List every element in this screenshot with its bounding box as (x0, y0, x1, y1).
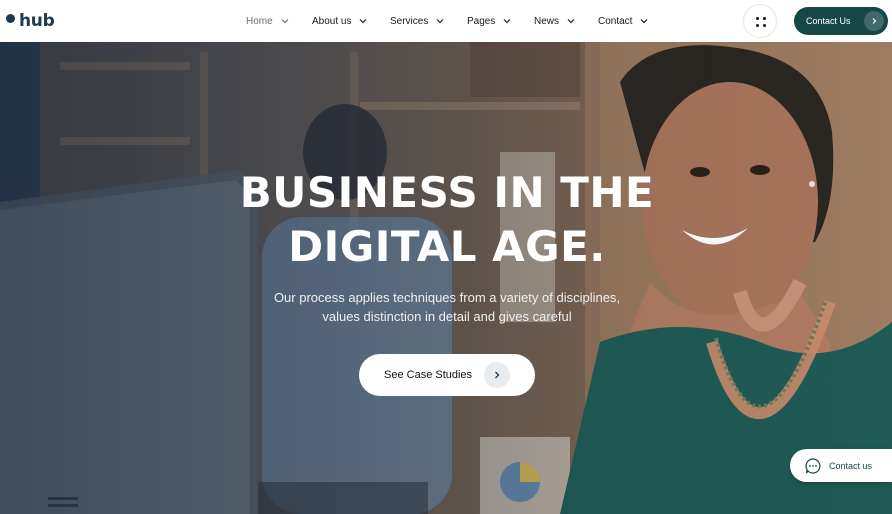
chevron-right-icon (484, 362, 510, 388)
hero-overlay (0, 42, 892, 514)
chat-bubble-icon (804, 457, 822, 475)
hero-subtitle: Our process applies techniques from a va… (232, 288, 662, 326)
nav-item-pages[interactable]: Pages (467, 14, 511, 28)
hero-title: BUSINESS IN THE DIGITAL AGE. (200, 166, 694, 274)
grid-dots-icon[interactable] (743, 4, 777, 38)
nav-item-home[interactable]: Home (246, 14, 289, 28)
chevron-down-icon (640, 17, 648, 25)
chevron-right-icon (864, 11, 884, 31)
chevron-down-icon (503, 17, 511, 25)
chat-label: Contact us (829, 460, 873, 471)
hero-section: BUSINESS IN THE DIGITAL AGE. Our process… (0, 42, 892, 514)
cta-label: See Case Studies (384, 369, 473, 381)
see-case-studies-button[interactable]: See Case Studies (359, 354, 535, 396)
site-header: hub Home About us Services Pages News Co… (0, 0, 892, 42)
chevron-down-icon (567, 17, 575, 25)
contact-us-button[interactable]: Contact Us (794, 7, 888, 35)
chevron-down-icon (359, 17, 367, 25)
hero-title-line: DIGITAL AGE. (288, 222, 606, 271)
contact-us-label: Contact Us (806, 16, 851, 26)
hero-subtitle-line: Our process applies techniques from a va… (273, 290, 621, 305)
nav-item-contact[interactable]: Contact (598, 14, 648, 28)
nav-item-label: Services (390, 15, 429, 27)
chevron-down-icon (281, 17, 289, 25)
nav-item-label: Home (246, 15, 273, 27)
hero-title-line: BUSINESS IN THE (239, 168, 655, 217)
nav-item-label: About us (312, 15, 352, 27)
nav-item-label: Pages (467, 15, 496, 27)
nav-item-about[interactable]: About us (312, 14, 367, 28)
hero-subtitle-line: values distinction in detail and gives c… (322, 309, 572, 324)
nav-item-services[interactable]: Services (390, 14, 444, 28)
chevron-down-icon (436, 17, 444, 25)
nav-item-label: Contact (598, 15, 633, 27)
nav-item-news[interactable]: News (534, 14, 575, 28)
chat-contact-button[interactable]: Contact us (790, 449, 892, 482)
nav-item-label: News (534, 15, 560, 27)
